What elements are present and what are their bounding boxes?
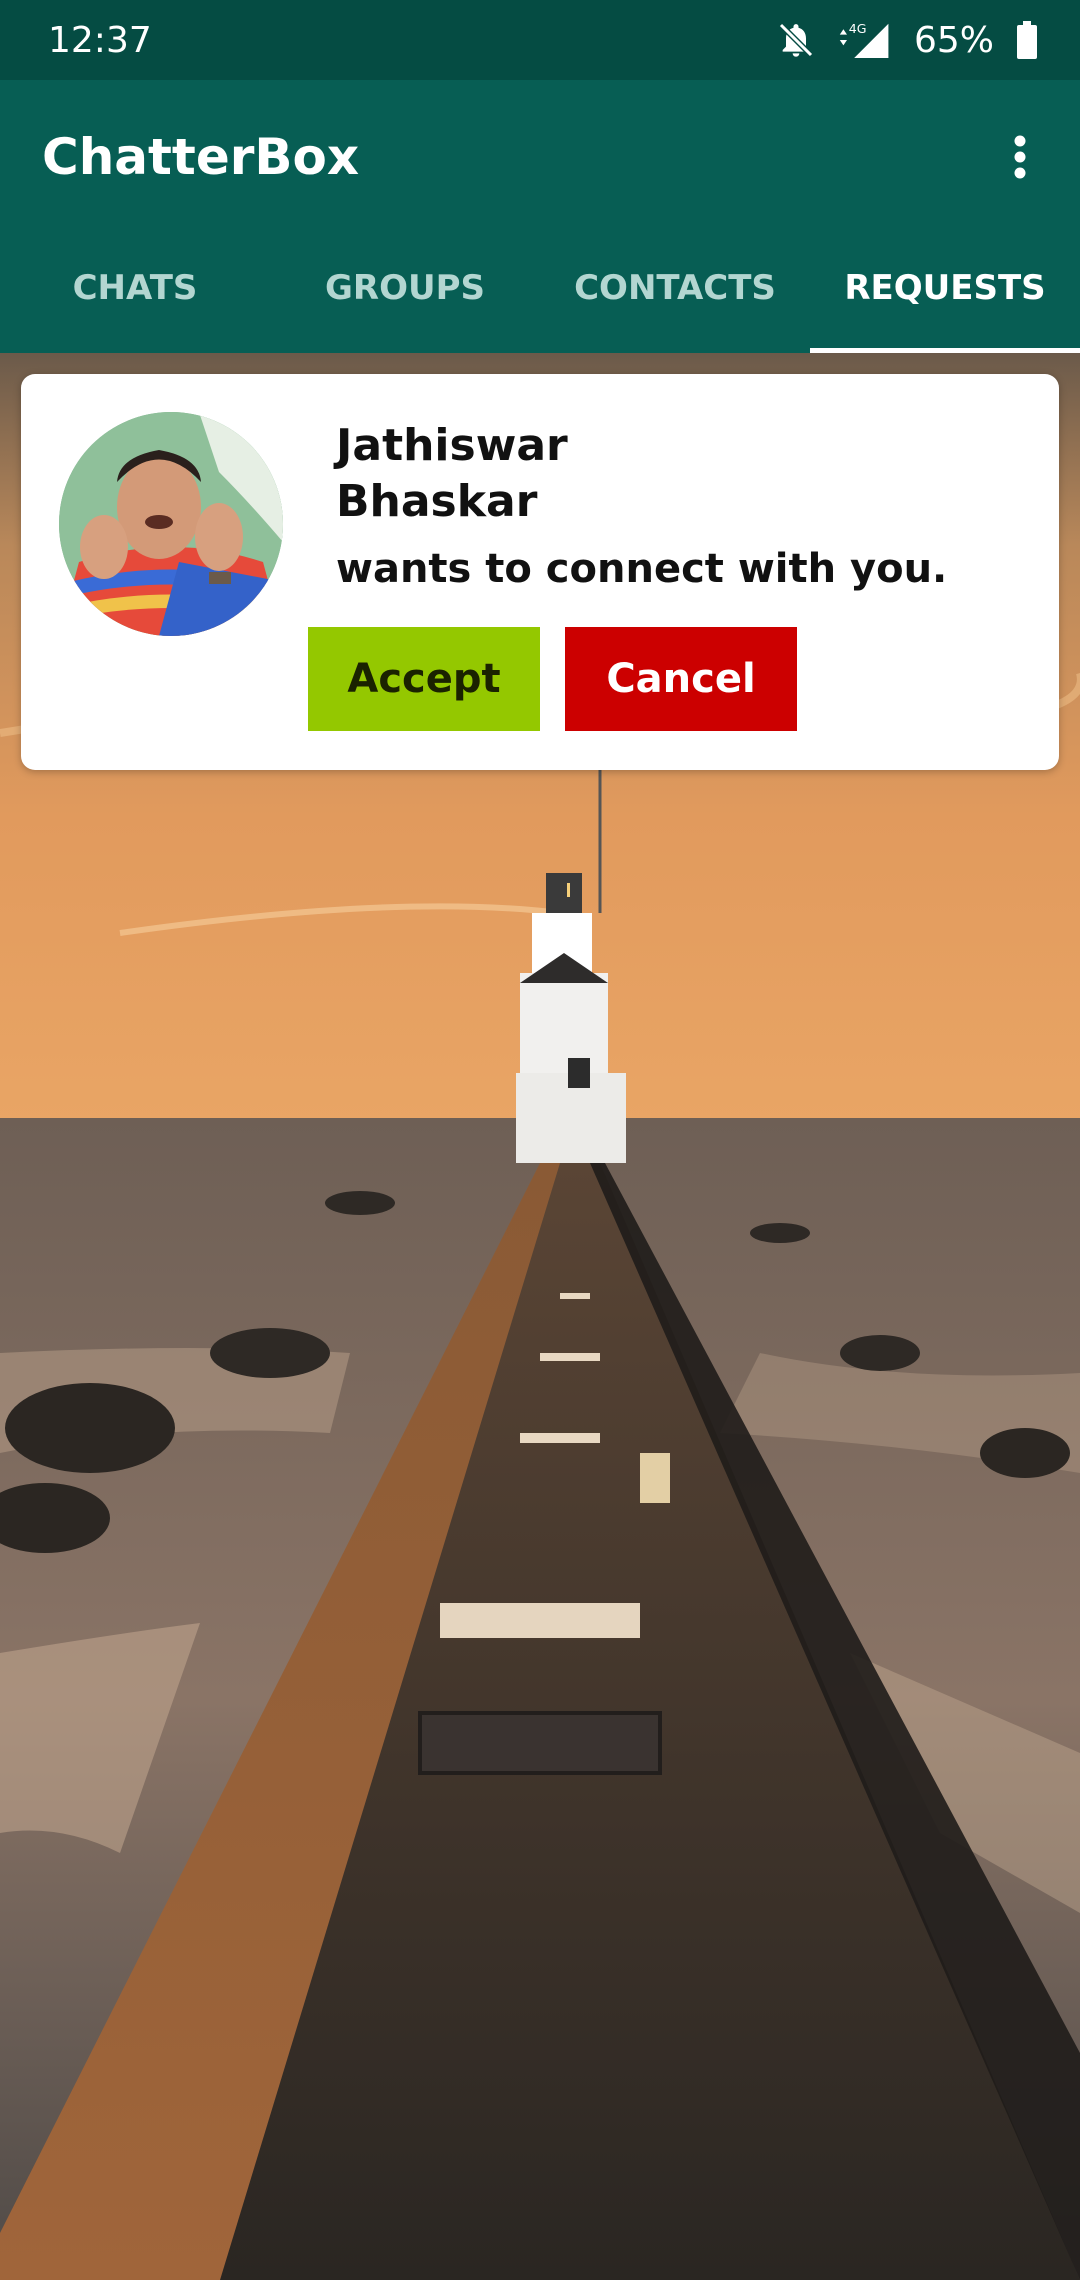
tab-requests[interactable]: REQUESTS [810,233,1080,353]
requester-first-name: Jathiswar [336,420,568,471]
status-icons: 4G 65% [776,20,1038,61]
overflow-menu-button[interactable] [990,117,1050,197]
tab-bar: CHATS GROUPS CONTACTS REQUESTS [0,233,1080,353]
friend-request-card: Jathiswar Bhaskar wants to connect with … [21,374,1059,770]
request-message: wants to connect with you. [336,546,948,592]
tab-contacts[interactable]: CONTACTS [540,233,810,353]
battery-percentage: 65% [913,19,994,61]
signal-icon: 4G [838,20,892,60]
tab-groups[interactable]: GROUPS [270,233,540,353]
battery-icon [1016,21,1038,59]
tab-chats[interactable]: CHATS [0,233,270,353]
accept-button[interactable]: Accept [308,627,540,731]
requester-last-name: Bhaskar [336,476,538,527]
requester-name: Jathiswar Bhaskar [336,418,636,530]
avatar[interactable] [59,412,283,636]
cancel-button[interactable]: Cancel [565,627,797,731]
network-type-label: 4G [849,21,867,36]
status-time: 12:37 [48,19,152,61]
bell-off-icon [776,20,816,60]
profile-photo [59,412,283,636]
app-bar: ChatterBox [0,80,1080,233]
status-bar: 12:37 4G 65% [0,0,1080,80]
app-title: ChatterBox [42,127,360,186]
more-vert-icon [1014,135,1026,178]
